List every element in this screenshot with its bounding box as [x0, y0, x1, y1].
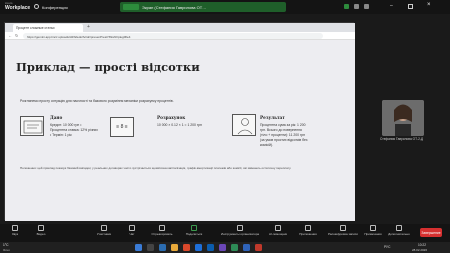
zoom-control-bar: Звук Видео Участники Чат Отреагировать П…	[0, 224, 450, 242]
participants-button[interactable]: Участники	[91, 225, 117, 236]
more-button[interactable]: Дополнительно	[386, 225, 412, 236]
document-icon	[20, 116, 44, 136]
windows-taskbar: 1°C Ясно РУС 10:22 28.02.2026	[0, 242, 450, 253]
browser-tab-strip: Процент сложные статьи +	[5, 23, 355, 32]
share-screen-icon	[191, 225, 197, 231]
security-icon[interactable]	[344, 4, 349, 9]
clock-date[interactable]: 28.02.2026	[412, 248, 427, 252]
result-body: Процентна сума за рік: 1 200 грн. Всього…	[260, 123, 308, 147]
excel-icon[interactable]	[231, 244, 238, 251]
search-icon[interactable]	[147, 244, 154, 251]
calculator-icon: ≡ 8 ≡	[110, 117, 134, 137]
slide-intro: Розглянемо просту ситуацію для наочності…	[20, 99, 174, 103]
conference-label[interactable]: Конференция	[42, 5, 68, 10]
browser-tab[interactable]: Процент сложные статьи	[13, 24, 83, 32]
shield-icon[interactable]	[34, 4, 39, 9]
mic-icon	[12, 225, 18, 231]
calculation-body: 10 000 × 0.12 × 1 = 1 200 грн	[157, 123, 202, 127]
video-icon	[38, 225, 44, 231]
powerpoint-icon[interactable]	[255, 244, 262, 251]
react-icon	[159, 225, 165, 231]
ai-companion-button[interactable]: AI-помощник	[265, 225, 291, 236]
weather-temp[interactable]: 1°C	[3, 243, 9, 247]
host-tools-icon	[237, 225, 243, 231]
transcript-icon	[340, 225, 346, 231]
participants-icon	[101, 225, 107, 231]
clock-time[interactable]: 10:22	[418, 243, 426, 247]
transcript-button[interactable]: Расшифровка записи	[327, 225, 359, 236]
windows-start-icon[interactable]	[135, 244, 142, 251]
chat-icon	[129, 225, 135, 231]
mute-button[interactable]: Звук	[2, 225, 28, 236]
weather-desc[interactable]: Ясно	[3, 248, 10, 252]
apps-icon	[305, 225, 311, 231]
zoom-title-bar: zoom Workplace Конференция Экран (Стефан…	[0, 0, 450, 14]
language-indicator[interactable]: РУС	[384, 245, 390, 249]
notes-button[interactable]: Примечания	[360, 225, 386, 236]
result-heading: Результат	[260, 115, 285, 120]
chrome-icon[interactable]	[183, 244, 190, 251]
react-button[interactable]: Отреагировать	[149, 225, 175, 236]
reload-icon[interactable]: ↻	[15, 33, 18, 38]
zoom-app-icon[interactable]	[207, 244, 214, 251]
slide-footnote: Положення: цей приклад показує базовий в…	[20, 166, 292, 170]
new-tab-icon[interactable]: +	[87, 24, 90, 30]
slide-title: Приклад — прості відсотки	[16, 60, 200, 74]
given-body: Кредит: 10 000 грн • Процентна ставка: 1…	[50, 123, 98, 137]
url-field[interactable]: https://gemini.app.lincz.uploads/d4/fsfe…	[23, 33, 323, 39]
more-icon	[396, 225, 402, 231]
share-text: Экран (Стефания Гаврилова ОТ…	[142, 4, 207, 10]
end-meeting-button[interactable]: Завершение	[420, 228, 442, 237]
participant-video-tile[interactable]	[382, 100, 424, 136]
info-icon[interactable]	[354, 4, 359, 9]
apps-button[interactable]: Приложения	[295, 225, 321, 236]
ai-icon	[275, 225, 281, 231]
zoom-brand: Workplace	[5, 5, 31, 11]
given-heading: Дано	[50, 115, 63, 120]
host-tools-button[interactable]: Инструменты организатора	[220, 225, 260, 236]
task-view-icon[interactable]	[159, 244, 166, 251]
view-icon[interactable]	[364, 4, 369, 9]
edge-icon[interactable]	[195, 244, 202, 251]
explorer-icon[interactable]	[171, 244, 178, 251]
teams-icon[interactable]	[219, 244, 226, 251]
share-button[interactable]: Поделиться	[181, 225, 207, 236]
maximize-icon[interactable]	[408, 4, 413, 9]
word-icon[interactable]	[243, 244, 250, 251]
participant-name: Стефания Гаврилова ОТ-2-Д	[380, 137, 424, 141]
minimize-icon[interactable]: –	[390, 3, 393, 9]
address-bar-row: ← ↻ https://gemini.app.lincz.uploads/d4/…	[5, 32, 355, 40]
notes-icon	[370, 225, 376, 231]
shared-browser-window: Процент сложные статьи + ← ↻ https://gem…	[4, 22, 355, 221]
video-button[interactable]: Видео	[28, 225, 54, 236]
result-person-icon	[232, 114, 256, 136]
chat-button[interactable]: Чат	[119, 225, 145, 236]
close-icon[interactable]: ×	[427, 2, 431, 8]
share-status-chip	[123, 4, 139, 10]
screen-share-indicator[interactable]: Экран (Стефания Гаврилова ОТ…	[120, 2, 286, 12]
back-icon[interactable]: ←	[8, 33, 12, 38]
calculation-heading: Розрахунок	[157, 115, 186, 120]
